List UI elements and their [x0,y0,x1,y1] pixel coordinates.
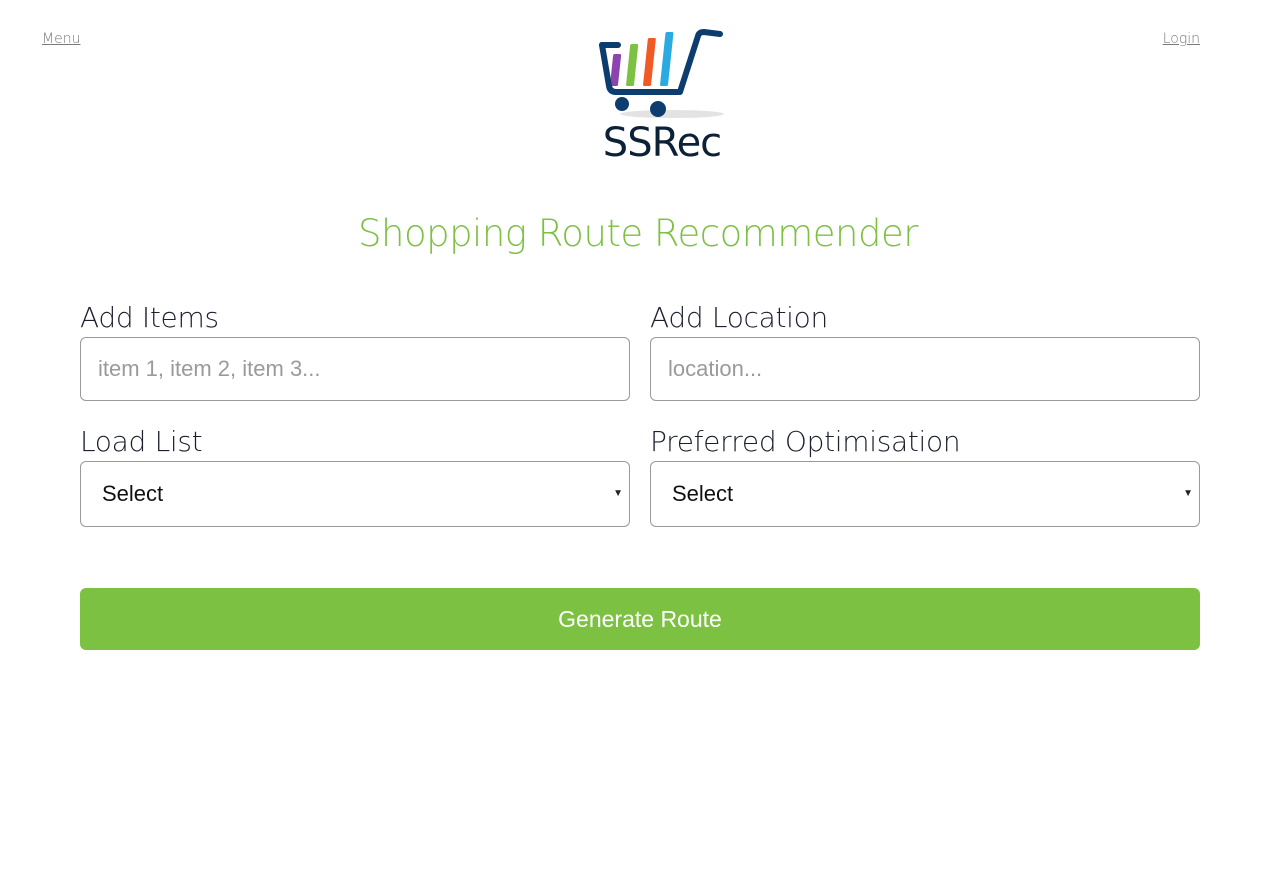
page-title: Shopping Route Recommender [358,212,918,255]
load-list-field: Load List Select ▼ [80,425,630,527]
dropdown-arrow-icon: ▼ [613,488,623,499]
optimisation-field: Preferred Optimisation Select ▼ [650,425,1200,527]
load-list-select[interactable]: Select ▼ [80,461,630,527]
dropdown-arrow-icon: ▼ [1183,488,1193,499]
add-location-label: Add Location [650,301,828,334]
items-input[interactable] [80,337,630,401]
load-list-label: Load List [80,425,203,458]
logo-text: SSRec [602,120,722,166]
add-items-field: Add Items [80,301,630,401]
login-link[interactable]: Login [1163,31,1200,47]
load-list-selected-value: Select [102,481,164,506]
location-input[interactable] [650,337,1200,401]
shopping-cart-icon [599,29,724,118]
logo: SSRec [596,28,728,168]
menu-link[interactable]: Menu [42,31,80,47]
add-items-label: Add Items [80,301,219,334]
add-location-field: Add Location [650,301,1200,401]
optimisation-label: Preferred Optimisation [650,425,961,458]
optimisation-selected-value: Select [672,481,734,506]
generate-route-button[interactable]: Generate Route [80,588,1200,650]
optimisation-select[interactable]: Select ▼ [650,461,1200,527]
